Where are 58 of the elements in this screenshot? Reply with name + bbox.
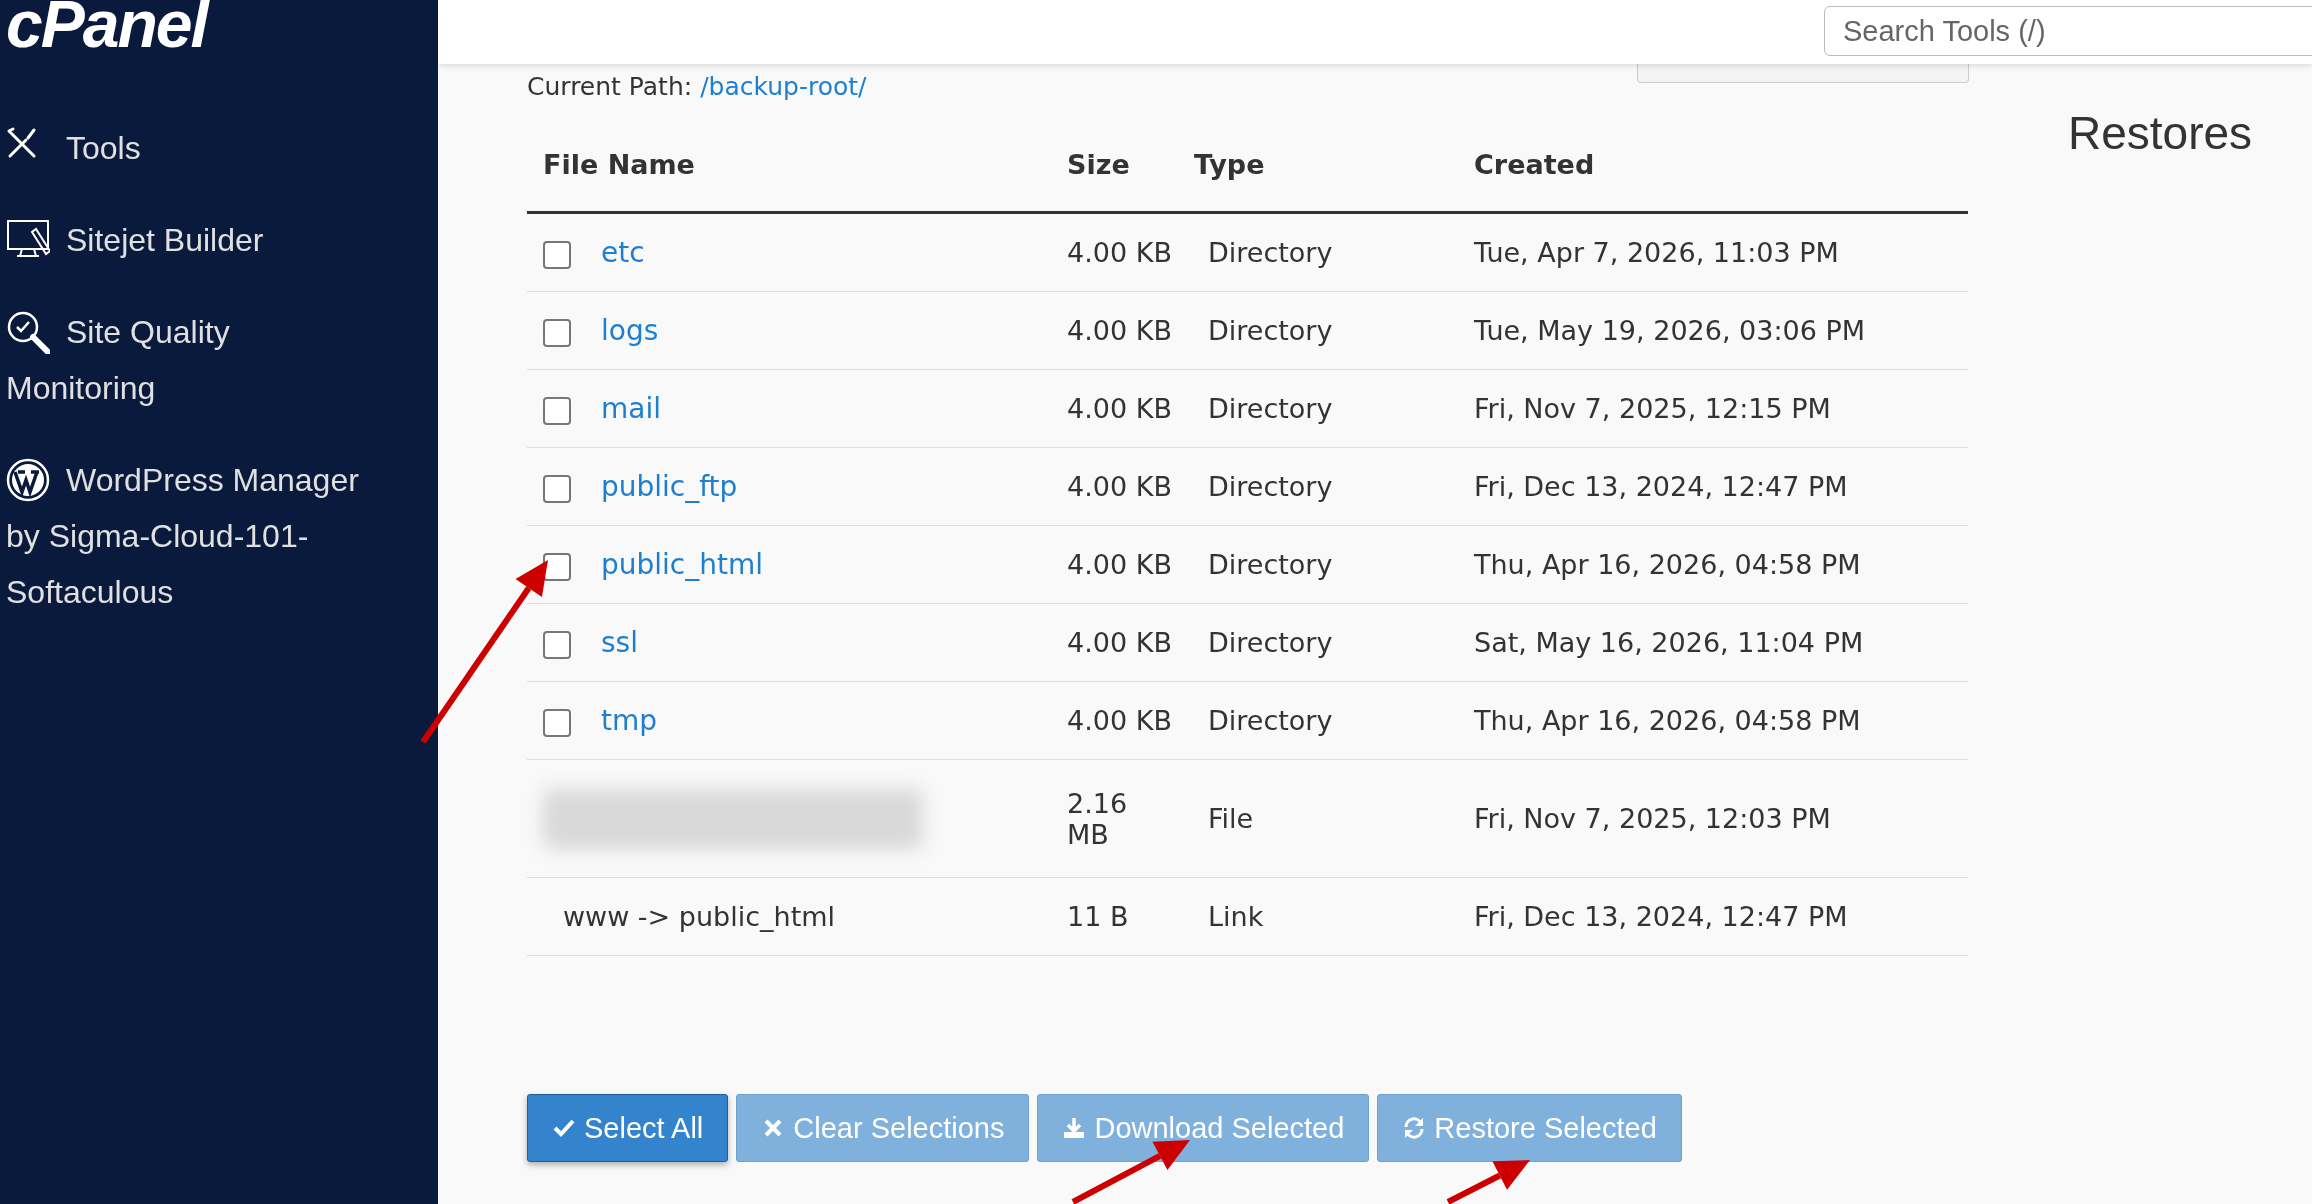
checkbox[interactable] bbox=[543, 240, 571, 269]
table-cell: 4.00 KB bbox=[1067, 705, 1172, 736]
table-cell: Directory bbox=[1208, 237, 1333, 268]
folder-link[interactable]: ssl bbox=[601, 626, 638, 659]
checkbox[interactable] bbox=[543, 708, 571, 737]
folder-link[interactable]: logs bbox=[601, 314, 659, 347]
sidebar-item[interactable]: Sitejet Builder bbox=[6, 212, 386, 268]
table-cell: Directory bbox=[1208, 393, 1333, 424]
column-header: Size bbox=[1067, 149, 1130, 180]
checkbox[interactable] bbox=[543, 396, 571, 425]
sidebar-item[interactable]: WordPress Manager by Sigma-Cloud-101-Softaculous bbox=[6, 452, 386, 620]
table-cell: File bbox=[1208, 803, 1254, 834]
table-cell: 4.00 KB bbox=[1067, 315, 1172, 346]
table-cell: Tue, Apr 7, 2026, 11:03 PM bbox=[1474, 237, 1839, 268]
wordpress-icon bbox=[6, 457, 50, 502]
table-cell: Directory bbox=[1208, 705, 1333, 736]
table-cell: 4.00 KB bbox=[1067, 627, 1172, 658]
table-cell: Link bbox=[1208, 901, 1264, 932]
button[interactable]: Select All bbox=[527, 1094, 729, 1162]
table-cell: 4.00 KB bbox=[1067, 237, 1172, 268]
page-title: Restores bbox=[2068, 106, 2254, 160]
table-cell: Directory bbox=[1208, 471, 1333, 502]
table-cell: Directory bbox=[1208, 549, 1333, 580]
table-cell: Thu, Apr 16, 2026, 04:58 PM bbox=[1474, 549, 1861, 580]
folder-link[interactable]: mail bbox=[601, 392, 661, 425]
search-field[interactable]: Search Tools (/) bbox=[1824, 6, 2312, 56]
checkbox[interactable] bbox=[543, 474, 571, 503]
table-cell: Directory bbox=[1208, 315, 1333, 346]
table-cell: Fri, Dec 13, 2024, 12:47 PM bbox=[1474, 471, 1848, 502]
table-cell: Sat, May 16, 2026, 11:04 PM bbox=[1474, 627, 1864, 658]
table-cell: 4.00 KB bbox=[1067, 393, 1172, 424]
column-header: File Name bbox=[543, 149, 695, 180]
table-cell: 4.00 KB bbox=[1067, 549, 1172, 580]
folder-link[interactable]: tmp bbox=[601, 704, 658, 737]
table-cell: Fri, Dec 13, 2024, 12:47 PM bbox=[1474, 901, 1848, 932]
checkbox[interactable] bbox=[543, 318, 571, 347]
table-cell: 4.00 KB bbox=[1067, 471, 1172, 502]
table-cell: Fri, Nov 7, 2025, 12:03 PM bbox=[1474, 803, 1831, 834]
sidebar-item[interactable]: Tools bbox=[6, 120, 386, 176]
table-cell: Tue, May 19, 2026, 03:06 PM bbox=[1474, 315, 1866, 346]
table-cell: Thu, Apr 16, 2026, 04:58 PM bbox=[1474, 705, 1861, 736]
folder-link[interactable]: public_ftp bbox=[601, 470, 738, 503]
folder-link[interactable]: public_html bbox=[601, 548, 764, 581]
folder-link[interactable]: etc bbox=[601, 236, 645, 269]
column-header: Created bbox=[1474, 149, 1595, 180]
column-header: Type bbox=[1194, 149, 1265, 180]
table-cell: 11 B bbox=[1067, 901, 1129, 932]
path-link[interactable]: /backup-root/ bbox=[700, 72, 867, 101]
magnifier-check-icon bbox=[6, 309, 50, 354]
table-cell-text: 2.16 MB bbox=[1067, 787, 1129, 850]
file-name: www -> public_html bbox=[563, 901, 836, 932]
table-cell: Directory bbox=[1208, 627, 1333, 658]
path-label: Current Path: bbox=[527, 72, 693, 101]
sidebar-item[interactable]: Site Quality Monitoring bbox=[6, 304, 386, 416]
download-icon bbox=[1062, 1116, 1087, 1140]
checkbox[interactable] bbox=[543, 630, 571, 659]
table-cell: Fri, Nov 7, 2025, 12:15 PM bbox=[1474, 393, 1831, 424]
checkbox[interactable] bbox=[543, 552, 571, 581]
